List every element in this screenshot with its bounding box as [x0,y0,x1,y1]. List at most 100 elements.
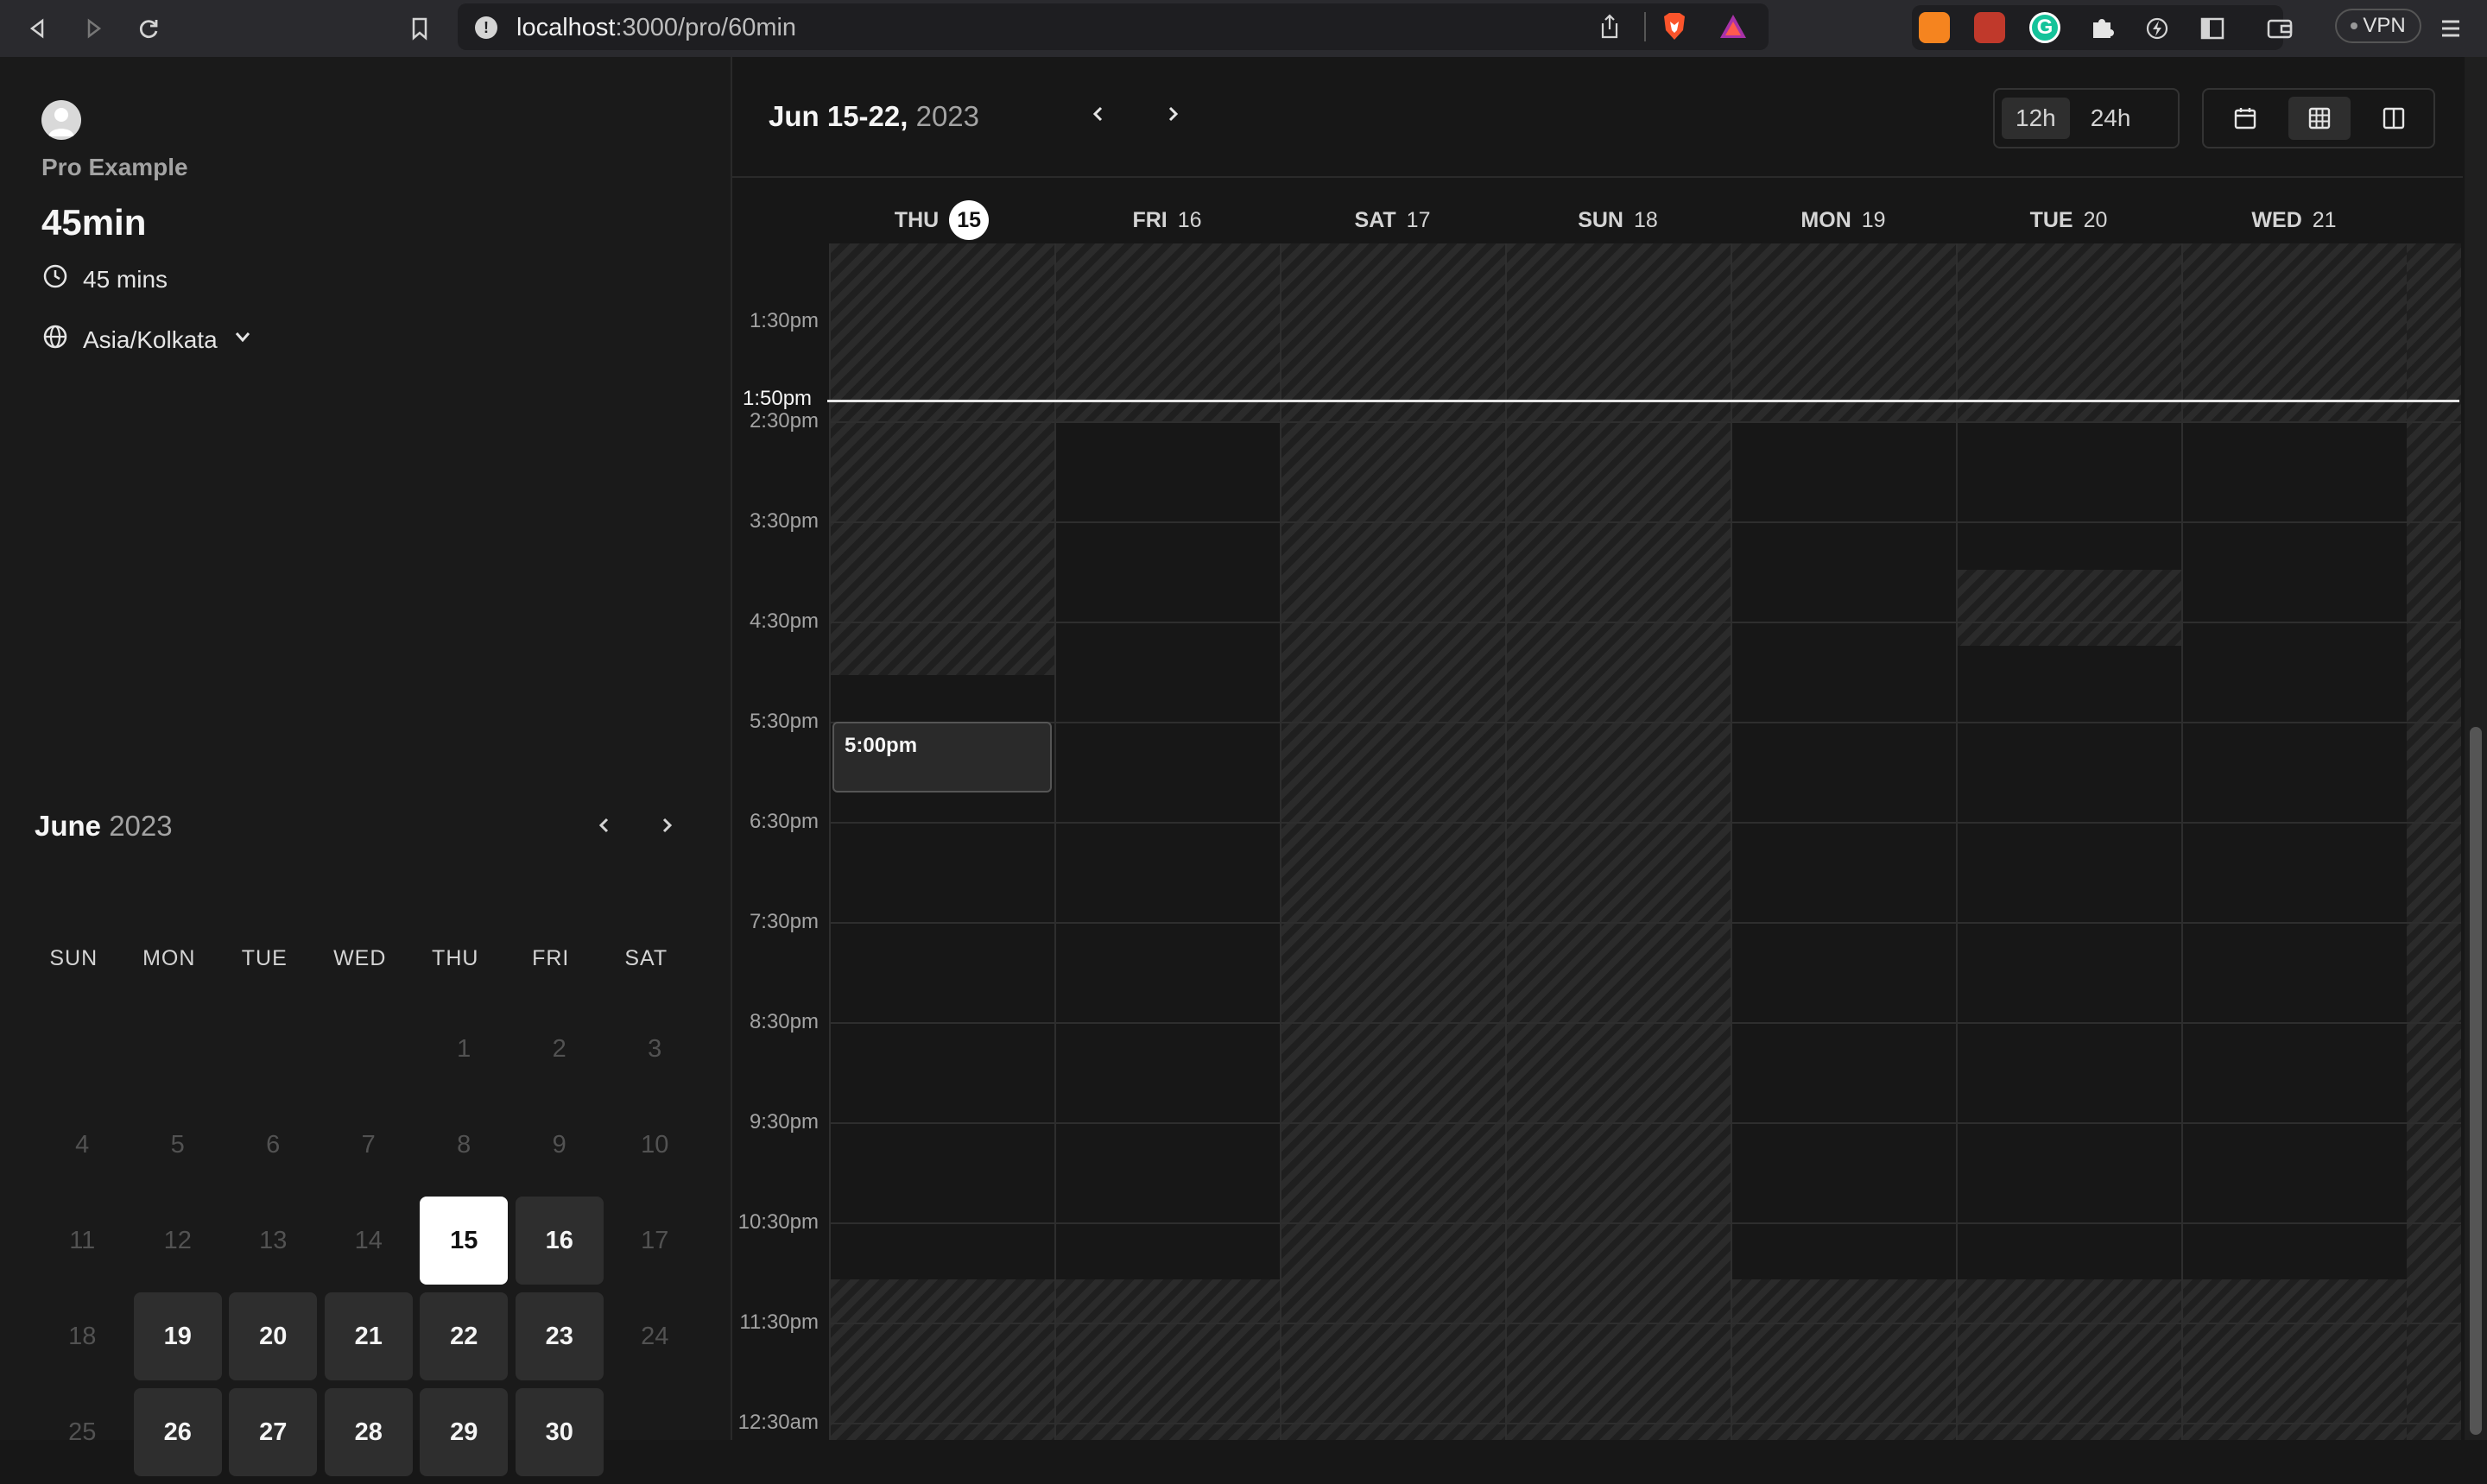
day-header-dow: TUE [2029,207,2073,232]
unavailable-block [1958,1279,2181,1440]
day-cell-11: 11 [69,1226,96,1254]
current-time-line [827,400,2459,402]
duration-label: 45 mins [83,265,168,293]
weekday-label: FRI [532,946,570,970]
url-bar[interactable]: ! localhost:3000/pro/60min [458,3,1769,50]
day-cell-22[interactable]: 22 [420,1292,509,1380]
day-header-dow: WED [2251,207,2302,232]
unavailable-block [1958,570,2181,646]
time-label: 12:30am [737,1411,819,1434]
time-label: 2:30pm [749,409,819,433]
next-week-button[interactable] [1154,97,1192,135]
unavailable-block [831,1279,1054,1440]
hour-line [829,521,2461,523]
browser-toolbar: ! localhost:3000/pro/60min G VPN [0,0,2487,57]
day-cell-21[interactable]: 21 [324,1292,413,1380]
column-view-icon[interactable] [2363,97,2425,140]
vpn-button[interactable]: VPN [2335,9,2421,43]
day-cell-10: 10 [641,1130,669,1159]
lightning-icon[interactable] [2140,11,2174,46]
day-cell-15[interactable]: 15 [420,1197,509,1285]
profile-name: Pro Example [41,154,188,180]
day-cell-30[interactable]: 30 [515,1388,604,1476]
day-cell-27[interactable]: 27 [229,1388,318,1476]
time-label: 11:30pm [739,1310,819,1334]
brave-rewards-icon[interactable] [1718,13,1748,45]
url-text[interactable]: localhost:3000/pro/60min [516,14,796,42]
day-cell-16[interactable]: 16 [515,1197,604,1285]
back-icon[interactable] [21,11,55,46]
day-header-dow: FRI [1132,207,1168,232]
day-cell-19[interactable]: 19 [133,1292,222,1380]
format-24h-button[interactable]: 24h [2077,98,2145,139]
brave-shield-icon[interactable] [1660,11,1689,47]
hour-line [829,622,2461,623]
day-blank [35,1005,130,1101]
day-header-date: 20 [2083,207,2108,232]
time-label: 8:30pm [749,1010,819,1033]
event-duration: 45 mins [41,262,168,296]
sidebar-icon[interactable] [2195,11,2230,46]
day-cell-29[interactable]: 29 [420,1388,509,1476]
day-blank [130,1005,226,1101]
clock-icon [41,262,69,296]
extension-icon[interactable] [1974,12,2005,43]
avatar [41,100,81,140]
metamask-icon[interactable] [1919,12,1950,43]
prev-week-button[interactable] [1079,97,1117,135]
info-icon[interactable]: ! [475,16,497,39]
day-header-date: 18 [1633,207,1658,232]
time-slot-button[interactable]: 5:00pm [832,722,1052,793]
day-cell-13: 13 [259,1226,288,1254]
weekday-label: SAT [624,946,668,970]
day-cell-23[interactable]: 23 [515,1292,604,1380]
share-icon[interactable] [1598,13,1622,45]
weekday-label: TUE [241,946,288,970]
day-cell-17: 17 [641,1226,669,1254]
time-label: 9:30pm [749,1110,819,1134]
time-label: 1:30pm [749,309,819,332]
puzzle-icon[interactable] [2088,14,2116,46]
day-cell-20[interactable]: 20 [229,1292,318,1380]
month-view-icon[interactable] [2214,97,2276,140]
scrollbar[interactable] [2465,57,2487,1440]
day-cell-24: 24 [641,1322,669,1350]
prev-month-button[interactable] [587,810,622,844]
wallet-icon[interactable] [2262,11,2297,46]
day-cell-25: 25 [68,1418,97,1446]
week-view-icon[interactable] [2288,97,2351,140]
time-label: 10:30pm [737,1210,819,1234]
unavailable-block [1732,1279,1956,1440]
scrollbar-thumb[interactable] [2470,727,2482,1435]
reload-icon[interactable] [131,11,166,46]
day-cell-2: 2 [552,1034,566,1063]
next-month-button[interactable] [649,810,684,844]
time-label: 5:30pm [749,710,819,733]
format-12h-button[interactable]: 12h [2002,98,2070,139]
weekday-label: SUN [49,946,98,970]
grammarly-icon[interactable]: G [2029,12,2060,43]
day-cell-26[interactable]: 26 [133,1388,222,1476]
timezone-select[interactable]: Asia/Kolkata [41,323,254,357]
unavailable-block [1732,243,1956,421]
unavailable-block [2183,1279,2407,1440]
week-view: Jun 15-22, 2023 12h 24h THU 15 FRI 16 SAT 17 S… [732,57,2487,1440]
day-cell-6: 6 [266,1130,281,1159]
day-cell-18: 18 [68,1322,97,1350]
bookmark-icon[interactable] [402,11,437,46]
hour-line [829,1222,2461,1224]
time-format-toggle: 12h 24h [1993,88,2180,148]
timezone-label: Asia/Kolkata [83,325,218,353]
forward-icon[interactable] [76,11,111,46]
hour-line [829,922,2461,924]
weekday-header: SUN MON TUE WED THU FRI SAT [26,946,691,971]
day-cell-8: 8 [457,1130,471,1159]
menu-icon[interactable] [2433,11,2468,46]
day-header-dow: SAT [1354,207,1396,232]
unavailable-block [1056,243,1280,421]
day-cell-28[interactable]: 28 [324,1388,413,1476]
unavailable-block [2183,243,2407,421]
day-header-date: 19 [1861,207,1886,232]
chevron-down-icon [231,325,254,354]
day-header-dow: SUN [1578,207,1623,232]
